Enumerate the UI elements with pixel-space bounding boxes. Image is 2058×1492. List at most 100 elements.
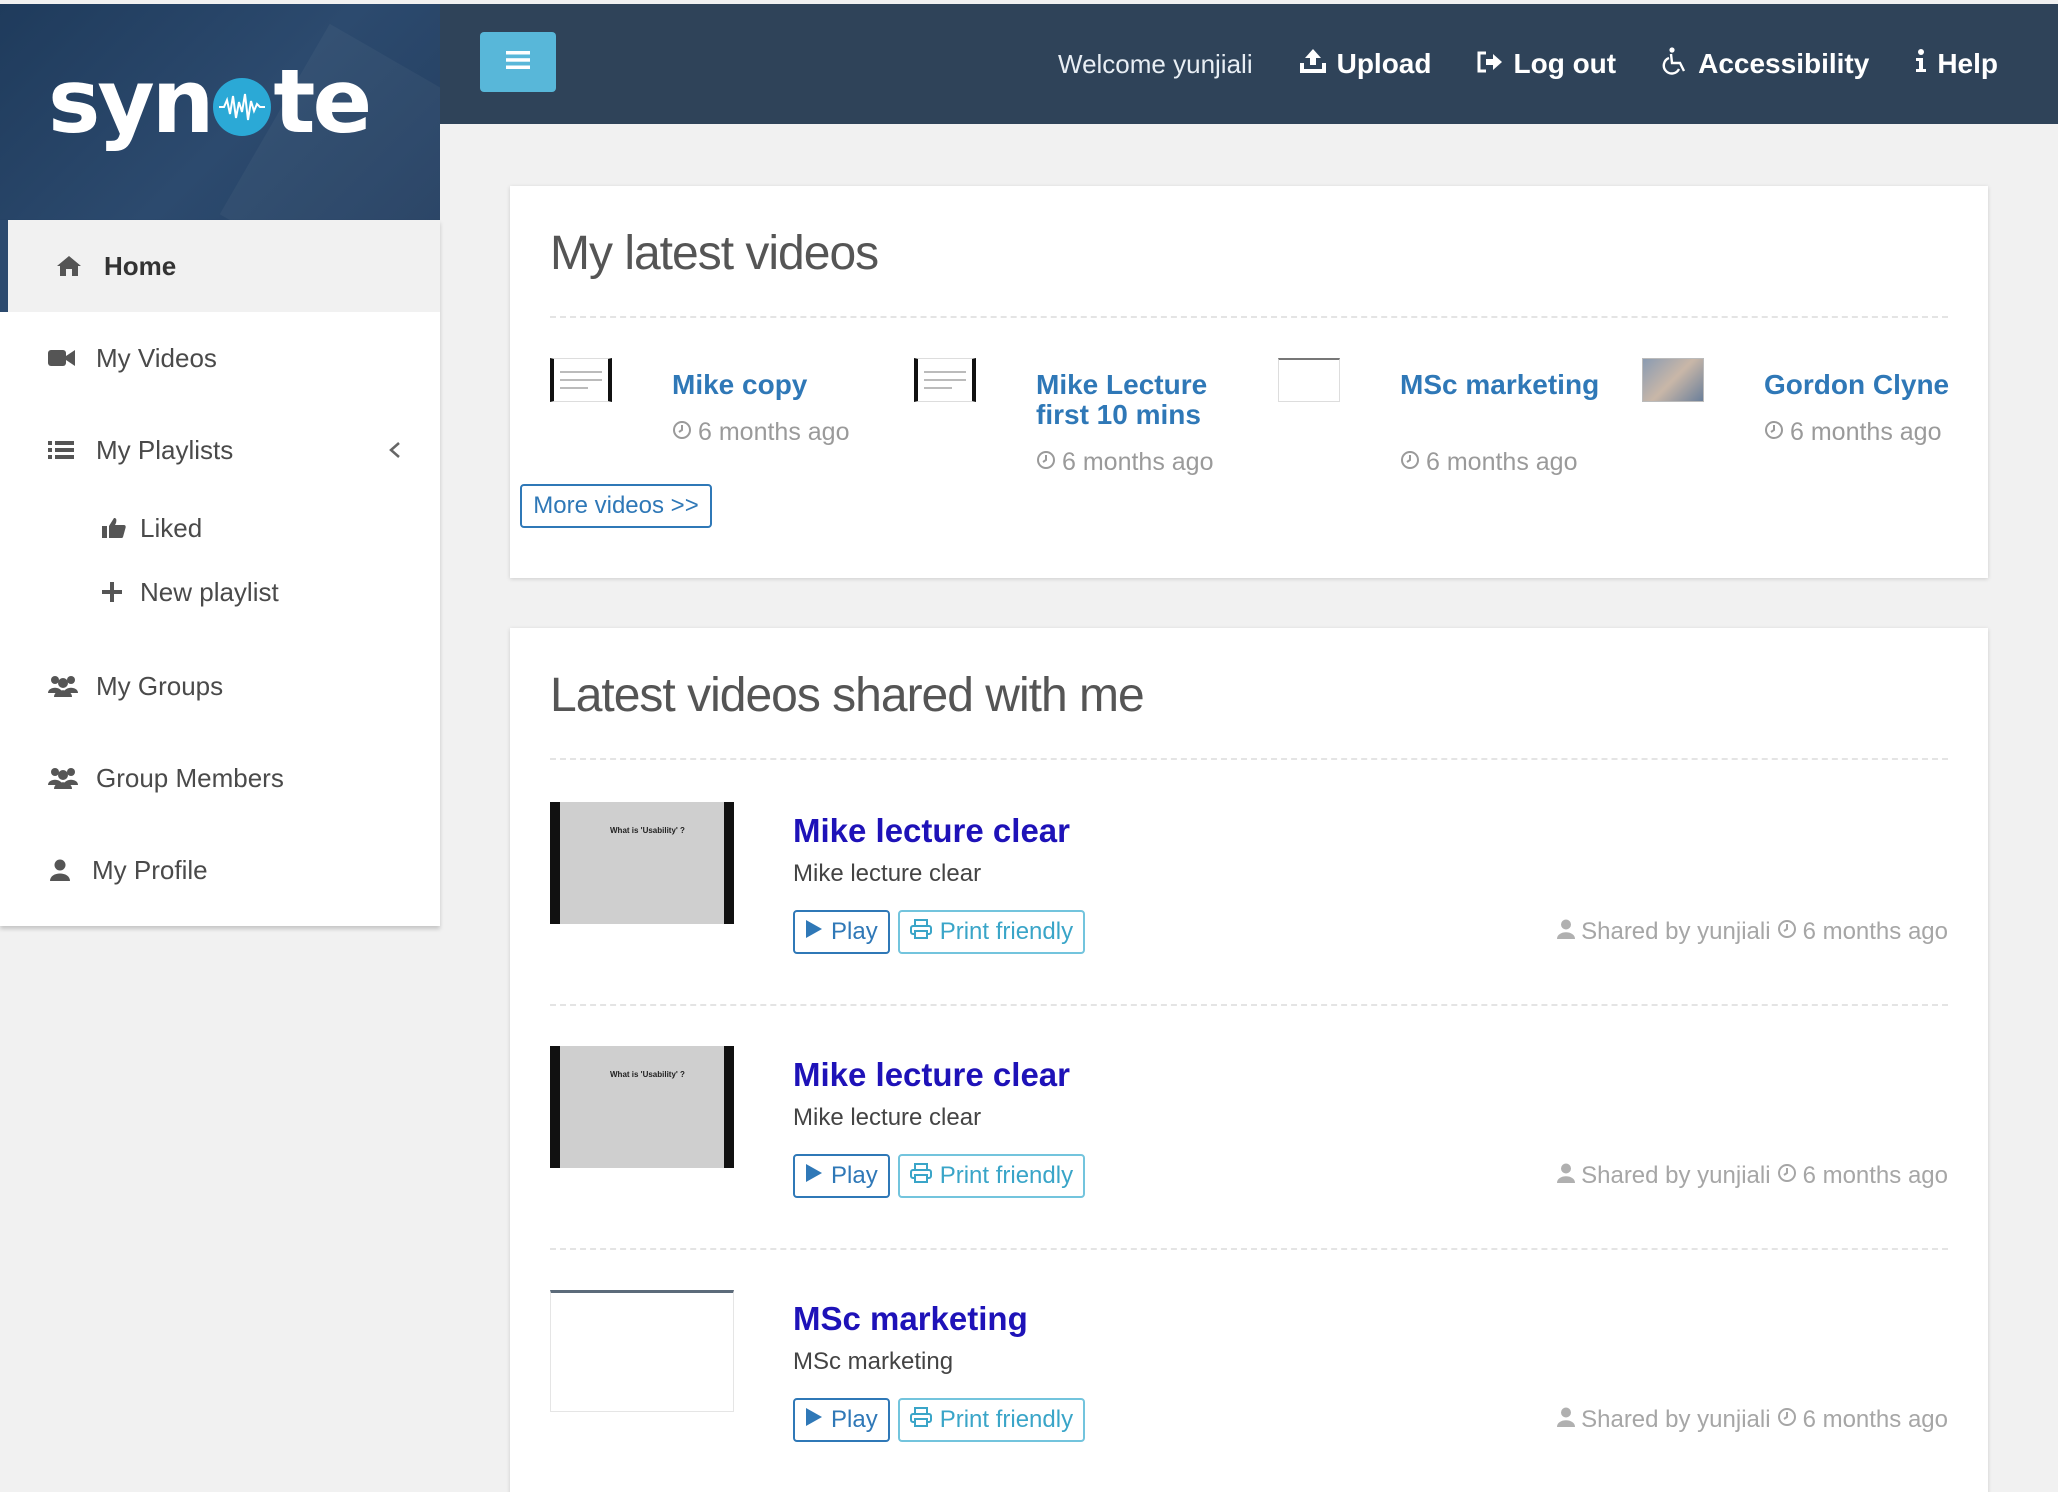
video-time: 6 months ago xyxy=(1036,448,1214,477)
clock-icon xyxy=(1777,1162,1797,1190)
divider xyxy=(550,1004,1948,1006)
logo-area: syn te xyxy=(0,4,440,220)
sidebar-subitem-label: New playlist xyxy=(140,576,279,607)
shared-by-text: Shared by yunjiali xyxy=(1581,1162,1771,1189)
play-label: Play xyxy=(831,1406,878,1433)
shared-time-text: 6 months ago xyxy=(1802,1162,1948,1189)
logo-text-right: te xyxy=(273,50,372,153)
print-friendly-button[interactable]: Print friendly xyxy=(897,1154,1086,1198)
video-title-link[interactable]: MSc marketing xyxy=(793,1300,1028,1338)
sidebar-subitem-liked[interactable]: Liked xyxy=(0,496,440,560)
sidebar-item-label: My Playlists xyxy=(96,434,234,465)
video-thumbnail[interactable]: What is 'Usability' ? xyxy=(550,1046,734,1168)
sidebar-item-label: My Profile xyxy=(92,854,208,885)
video-title-link[interactable]: Mike Lecture first 10 mins xyxy=(1036,370,1266,430)
sidebar-item-my-profile[interactable]: My Profile xyxy=(0,824,440,916)
sign-out-icon xyxy=(1477,48,1503,80)
synote-logo[interactable]: syn te xyxy=(48,50,372,153)
latest-video-item[interactable]: Mike copy 6 months ago xyxy=(550,358,910,498)
clock-icon xyxy=(1764,418,1784,447)
play-button[interactable]: Play xyxy=(793,910,890,954)
sidebar-item-home[interactable]: Home xyxy=(0,220,440,312)
shared-time-text: 6 months ago xyxy=(1802,918,1948,945)
video-actions: Play Print friendly xyxy=(793,910,1086,954)
print-friendly-button[interactable]: Print friendly xyxy=(897,910,1086,954)
video-thumbnail[interactable] xyxy=(550,1290,734,1412)
menu-toggle-button[interactable] xyxy=(480,32,556,92)
shared-by-text: Shared by yunjiali xyxy=(1581,918,1771,945)
hamburger-icon xyxy=(506,50,530,75)
accessibility-link[interactable]: Accessibility xyxy=(1662,46,1869,82)
video-time: 6 months ago xyxy=(1764,418,1942,447)
clock-icon xyxy=(1036,448,1056,477)
clock-icon xyxy=(1777,918,1797,946)
top-bar: Welcome yunjiali Upload Log out Accessib… xyxy=(440,4,2058,124)
latest-video-item[interactable]: MSc marketing 6 months ago xyxy=(1278,358,1638,498)
upload-icon xyxy=(1299,48,1327,81)
video-thumbnail[interactable] xyxy=(1278,358,1340,402)
play-button[interactable]: Play xyxy=(793,1154,890,1198)
video-title-link[interactable]: Mike copy xyxy=(672,370,902,400)
video-thumbnail[interactable] xyxy=(550,358,612,402)
play-icon xyxy=(805,1406,823,1434)
logout-link[interactable]: Log out xyxy=(1477,48,1616,80)
sidebar-subitem-new-playlist[interactable]: New playlist xyxy=(0,560,440,624)
sidebar-item-group-members[interactable]: Group Members xyxy=(0,732,440,824)
video-title-link[interactable]: Mike lecture clear xyxy=(793,812,1070,850)
print-label: Print friendly xyxy=(939,918,1074,945)
help-link[interactable]: Help xyxy=(1915,48,1998,80)
divider xyxy=(550,316,1948,318)
latest-video-item[interactable]: Gordon Clyne 6 months ago xyxy=(1642,358,2002,498)
latest-video-item[interactable]: Mike Lecture first 10 mins 6 months ago xyxy=(914,358,1274,498)
video-thumbnail[interactable] xyxy=(1642,358,1704,402)
video-actions: Play Print friendly xyxy=(793,1398,1086,1442)
chevron-left-icon[interactable] xyxy=(388,436,402,467)
info-icon xyxy=(1915,48,1927,80)
play-icon xyxy=(805,918,823,946)
play-icon xyxy=(805,1162,823,1190)
upload-link[interactable]: Upload xyxy=(1299,48,1432,81)
video-actions: Play Print friendly xyxy=(793,1154,1086,1198)
shared-time-text: 6 months ago xyxy=(1802,1406,1948,1433)
video-title-link[interactable]: MSc marketing xyxy=(1400,370,1630,400)
video-title-link[interactable]: Mike lecture clear xyxy=(793,1056,1070,1094)
thumbnail-text: What is 'Usability' ? xyxy=(610,826,685,835)
print-friendly-button[interactable]: Print friendly xyxy=(897,1398,1086,1442)
video-time: 6 months ago xyxy=(1400,448,1578,477)
user-icon xyxy=(1557,918,1576,946)
sidebar-item-my-videos[interactable]: My Videos xyxy=(0,312,440,404)
sidebar-item-my-playlists[interactable]: My Playlists xyxy=(0,404,440,496)
logout-label: Log out xyxy=(1513,48,1617,79)
video-time: 6 months ago xyxy=(672,418,850,447)
more-videos-button[interactable]: More videos >> xyxy=(520,484,712,528)
video-time-text: 6 months ago xyxy=(1062,448,1214,476)
sidebar: syn te Home My Videos My Playlists Liked… xyxy=(0,4,440,1492)
sidebar-nav: Home My Videos My Playlists Liked New pl… xyxy=(0,220,440,926)
logo-text-left: syn xyxy=(48,50,214,153)
shared-video-item: What is 'Usability' ? Mike lecture clear… xyxy=(550,802,1948,1002)
panel-title: My latest videos xyxy=(550,227,879,280)
user-icon xyxy=(50,859,82,881)
list-icon xyxy=(48,439,86,461)
play-label: Play xyxy=(831,918,878,945)
shared-meta: Shared by yunjiali 6 months ago xyxy=(1557,1398,1948,1442)
sidebar-item-my-groups[interactable]: My Groups xyxy=(0,640,440,732)
video-thumbnail[interactable] xyxy=(914,358,976,402)
divider xyxy=(550,758,1948,760)
print-icon xyxy=(909,1406,932,1434)
welcome-text: Welcome yunjiali xyxy=(1058,48,1253,79)
video-description: MSc marketing xyxy=(793,1348,954,1375)
users-icon xyxy=(48,767,86,789)
upload-label: Upload xyxy=(1336,48,1432,79)
shared-video-item: MSc marketing MSc marketing Play Print f… xyxy=(550,1290,1948,1490)
waveform-icon xyxy=(213,78,272,136)
video-title-link[interactable]: Gordon Clyne xyxy=(1764,370,1994,400)
sidebar-subitem-label: Liked xyxy=(140,512,203,543)
user-icon xyxy=(1557,1406,1576,1434)
user-icon xyxy=(1557,1162,1576,1190)
video-time-text: 6 months ago xyxy=(1426,448,1578,476)
users-icon xyxy=(48,675,86,697)
play-button[interactable]: Play xyxy=(793,1398,890,1442)
video-thumbnail[interactable]: What is 'Usability' ? xyxy=(550,802,734,924)
shared-meta: Shared by yunjiali 6 months ago xyxy=(1557,910,1948,954)
